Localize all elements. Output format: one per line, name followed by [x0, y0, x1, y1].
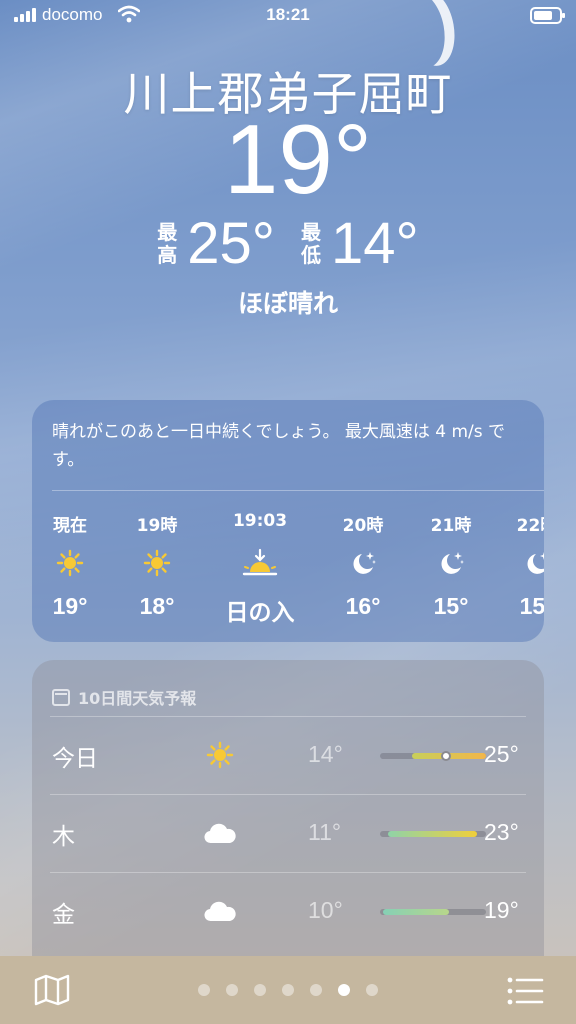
- calendar-icon: [52, 688, 70, 706]
- hourly-item: 現在 19°: [32, 491, 115, 620]
- low-label: 最 低: [301, 220, 321, 267]
- temp-range-bar: [380, 751, 486, 761]
- page-dot[interactable]: [282, 984, 294, 996]
- temp-range-bar: [380, 831, 486, 837]
- day-high: 23°: [484, 819, 519, 845]
- hour-temperature: 16°: [345, 593, 381, 619]
- page-dot[interactable]: [226, 984, 238, 996]
- page-indicator[interactable]: [0, 984, 576, 996]
- sun-icon: [32, 533, 115, 593]
- hour-temperature: 15°: [519, 593, 544, 619]
- condition-text: ほぼ晴れ: [237, 289, 338, 318]
- battery-icon: [530, 7, 565, 24]
- moon-stars-icon: [318, 533, 408, 593]
- hour-label: 現在: [53, 516, 87, 536]
- day-high: 25°: [484, 741, 519, 767]
- day-low: 11°: [308, 819, 342, 845]
- low-temperature: 14°: [331, 211, 419, 276]
- hour-label: 22時: [516, 516, 544, 536]
- ten-day-title: 10日間天気予報: [78, 689, 197, 708]
- page-dot[interactable]: [198, 984, 210, 996]
- high-low-temps: 最 高 25° 最 低 14°: [0, 214, 576, 274]
- high-label: 最 高: [157, 220, 178, 267]
- temp-range-fill: [388, 831, 477, 837]
- day-low: 14°: [308, 741, 343, 767]
- day-list: 今日 14° 25° 木 11° 23° 金 10° 19°: [32, 716, 544, 950]
- sun-icon: [112, 533, 202, 593]
- current-temp-marker: [441, 751, 451, 761]
- moon-stars-icon: [492, 533, 544, 593]
- cloud-icon: [200, 893, 240, 929]
- hourly-item: 22時 15°: [492, 491, 544, 620]
- day-high: 19°: [484, 897, 519, 923]
- day-name: 今日: [52, 746, 98, 772]
- sunset-icon: [215, 533, 305, 593]
- list-icon[interactable]: [506, 976, 544, 1006]
- hourly-item: 19:03 日の入: [215, 491, 305, 627]
- moon-stars-icon: [406, 533, 496, 593]
- page-dot[interactable]: [310, 984, 322, 996]
- day-name: 金: [52, 902, 75, 928]
- cloud-icon: [200, 815, 240, 851]
- temp-range-bar: [380, 909, 486, 915]
- day-row[interactable]: 金 10° 19°: [50, 872, 526, 950]
- page-dot[interactable]: [338, 984, 350, 996]
- hour-temperature: 15°: [433, 593, 469, 619]
- temp-range-fill: [383, 909, 449, 915]
- current-temperature: 19°: [223, 104, 373, 214]
- forecast-summary: 晴れがこのあと一日中続くでしょう。 最大風速は 4 m/s です。: [52, 422, 506, 470]
- hour-temperature: 19°: [52, 593, 88, 619]
- page-dot[interactable]: [254, 984, 266, 996]
- hourly-item: 19時 18°: [112, 491, 202, 620]
- page-dot[interactable]: [366, 984, 378, 996]
- sun-icon: [200, 737, 240, 773]
- status-time: 18:21: [266, 5, 310, 24]
- hourly-item: 21時 15°: [406, 491, 496, 620]
- hour-label: 19:03: [232, 511, 288, 531]
- ten-day-forecast-card[interactable]: 10日間天気予報 今日 14° 25° 木 11° 23° 金 10° 19°: [32, 660, 544, 980]
- hour-label: 20時: [342, 516, 384, 536]
- hour-label: 21時: [430, 516, 472, 536]
- bottom-toolbar: [0, 956, 576, 1024]
- hour-temperature: 18°: [139, 593, 175, 619]
- ten-day-header: 10日間天気予報: [32, 660, 544, 716]
- hour-temperature: 日の入: [225, 599, 295, 625]
- day-name: 木: [52, 824, 75, 850]
- hourly-item: 20時 16°: [318, 491, 408, 620]
- day-row[interactable]: 今日 14° 25°: [50, 716, 526, 794]
- hourly-forecast-card[interactable]: 晴れがこのあと一日中続くでしょう。 最大風速は 4 m/s です。 現在 19°…: [32, 400, 544, 642]
- day-row[interactable]: 木 11° 23°: [50, 794, 526, 872]
- status-bar: docomo 18:21: [0, 0, 576, 34]
- day-low: 10°: [308, 897, 343, 923]
- high-temperature: 25°: [187, 211, 275, 276]
- hourly-scroll[interactable]: 現在 19°19時 18°19:03 日の入20時 16°21時 15°22時 …: [32, 491, 544, 642]
- hour-label: 19時: [136, 516, 178, 536]
